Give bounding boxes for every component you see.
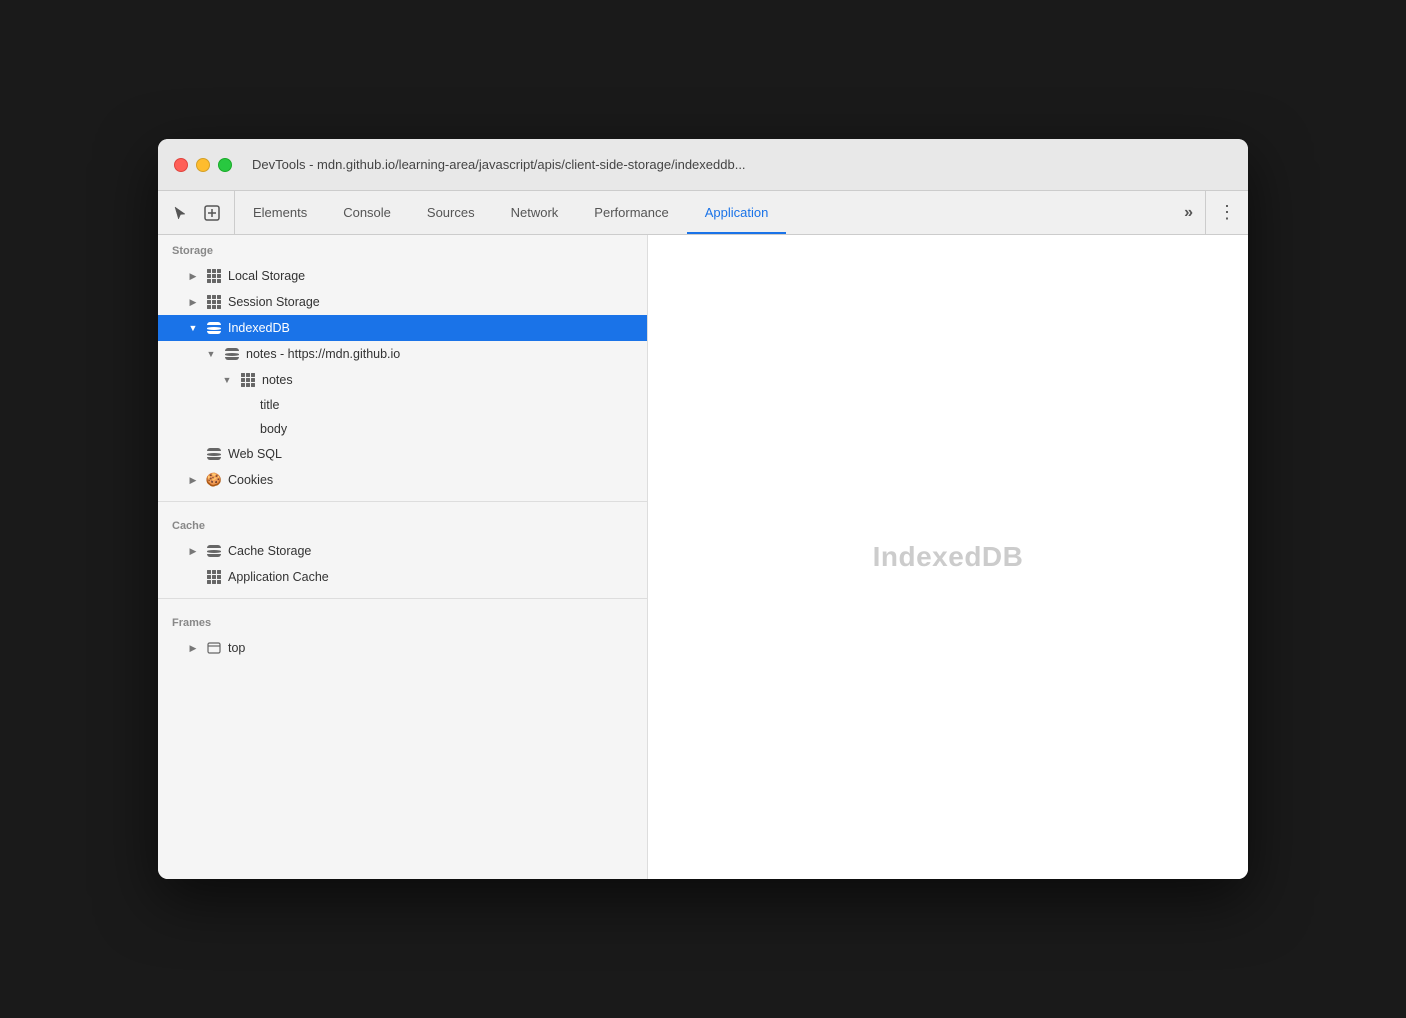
close-button[interactable]	[174, 158, 188, 172]
expand-cache-storage-icon	[186, 544, 200, 558]
session-storage-label: Session Storage	[228, 295, 320, 309]
expand-notes-db-icon	[204, 347, 218, 361]
frames-section-header: Frames	[158, 607, 647, 635]
cache-storage-label: Cache Storage	[228, 544, 311, 558]
notes-db-icon	[224, 346, 240, 362]
local-storage-label: Local Storage	[228, 269, 305, 283]
cache-divider	[158, 598, 647, 599]
devtools-window: DevTools - mdn.github.io/learning-area/j…	[158, 139, 1248, 879]
sidebar-item-top-frame[interactable]: top	[158, 635, 647, 661]
tab-elements[interactable]: Elements	[235, 191, 325, 234]
storage-divider	[158, 501, 647, 502]
session-storage-icon	[206, 294, 222, 310]
tab-network[interactable]: Network	[493, 191, 577, 234]
notes-store-label: notes	[262, 373, 293, 387]
tab-console[interactable]: Console	[325, 191, 409, 234]
traffic-lights	[174, 158, 232, 172]
sidebar: Storage Local Storage	[158, 235, 648, 879]
expand-cookies-icon	[186, 473, 200, 487]
sidebar-item-indexeddb[interactable]: IndexedDB	[158, 315, 647, 341]
tab-bar: Elements Console Sources Network Perform…	[235, 191, 1172, 234]
sidebar-item-notes-store[interactable]: notes	[158, 367, 647, 393]
sidebar-item-cookies[interactable]: 🍪 Cookies	[158, 467, 647, 493]
cookies-label: Cookies	[228, 473, 273, 487]
expand-top-frame-icon	[186, 641, 200, 655]
cache-section-header: Cache	[158, 510, 647, 538]
expand-session-storage-icon	[186, 295, 200, 309]
cookies-icon: 🍪	[206, 472, 222, 488]
sidebar-item-web-sql[interactable]: Web SQL	[158, 441, 647, 467]
local-storage-icon	[206, 268, 222, 284]
sidebar-item-local-storage[interactable]: Local Storage	[158, 263, 647, 289]
sidebar-item-notes-db[interactable]: notes - https://mdn.github.io	[158, 341, 647, 367]
devtools-menu-button[interactable]: ⋮	[1205, 191, 1248, 234]
tab-application[interactable]: Application	[687, 191, 787, 234]
notes-store-icon	[240, 372, 256, 388]
minimize-button[interactable]	[196, 158, 210, 172]
inspect-element-icon[interactable]	[198, 199, 226, 227]
expand-indexeddb-icon	[186, 321, 200, 335]
sidebar-item-cache-storage[interactable]: Cache Storage	[158, 538, 647, 564]
sidebar-item-session-storage[interactable]: Session Storage	[158, 289, 647, 315]
maximize-button[interactable]	[218, 158, 232, 172]
notes-db-label: notes - https://mdn.github.io	[246, 347, 400, 361]
sidebar-item-title-index[interactable]: title	[158, 393, 647, 417]
more-tabs-button[interactable]: »	[1172, 191, 1205, 234]
top-frame-icon	[206, 640, 222, 656]
toolbar-left-icons	[158, 191, 235, 234]
window-title: DevTools - mdn.github.io/learning-area/j…	[252, 157, 746, 172]
main-panel: IndexedDB	[648, 235, 1248, 879]
sidebar-item-app-cache[interactable]: Application Cache	[158, 564, 647, 590]
titlebar: DevTools - mdn.github.io/learning-area/j…	[158, 139, 1248, 191]
sidebar-item-body-index[interactable]: body	[158, 417, 647, 441]
main-content: Storage Local Storage	[158, 235, 1248, 879]
websql-icon	[206, 446, 222, 462]
cursor-icon[interactable]	[166, 199, 194, 227]
cache-storage-icon	[206, 543, 222, 559]
storage-section-header: Storage	[158, 235, 647, 263]
panel-placeholder-text: IndexedDB	[873, 541, 1024, 573]
expand-local-storage-icon	[186, 269, 200, 283]
indexeddb-icon	[206, 320, 222, 336]
tab-sources[interactable]: Sources	[409, 191, 493, 234]
tab-performance[interactable]: Performance	[576, 191, 686, 234]
top-frame-label: top	[228, 641, 245, 655]
toolbar: Elements Console Sources Network Perform…	[158, 191, 1248, 235]
indexeddb-label: IndexedDB	[228, 321, 290, 335]
web-sql-label: Web SQL	[228, 447, 282, 461]
app-cache-label: Application Cache	[228, 570, 329, 584]
app-cache-icon	[206, 569, 222, 585]
body-index-label: body	[260, 422, 287, 436]
expand-notes-store-icon	[220, 373, 234, 387]
title-index-label: title	[260, 398, 279, 412]
